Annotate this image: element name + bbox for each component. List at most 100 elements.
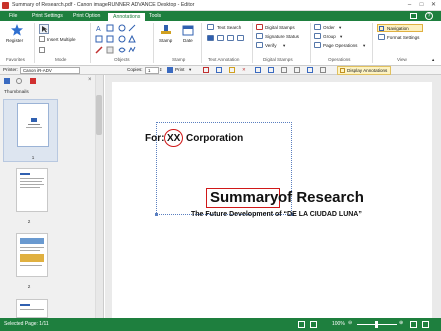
digital-stamps-icon[interactable]: [256, 24, 263, 30]
fit-page-icon[interactable]: [410, 321, 417, 328]
single-page-view-icon[interactable]: [298, 321, 305, 328]
display-annotations-label: Display Annotations: [347, 68, 388, 73]
mode-option-icon[interactable]: [39, 47, 45, 53]
close-panel-icon[interactable]: ×: [88, 77, 92, 83]
selection-handle[interactable]: [155, 213, 158, 216]
order-dropdown-icon[interactable]: ▾: [339, 25, 341, 31]
thumbnails-view-icon[interactable]: [4, 78, 10, 84]
red-circle-annotation[interactable]: [164, 129, 183, 147]
tab-print-settings[interactable]: Print Settings: [27, 11, 68, 21]
text-annotation-icon-2[interactable]: [217, 35, 224, 41]
star-icon: [11, 24, 23, 36]
cursor-mode-icon[interactable]: [39, 24, 49, 34]
select-icon[interactable]: [281, 67, 287, 73]
for-label: For:: [145, 133, 165, 144]
rotate-icon[interactable]: [307, 67, 313, 73]
insert-multiple-icon[interactable]: [39, 36, 45, 42]
rectangle-tool-icon: [106, 24, 114, 32]
group-icon[interactable]: [314, 33, 321, 39]
print-dropdown-icon[interactable]: ▾: [189, 67, 191, 73]
format-settings-label[interactable]: Format Settings: [387, 35, 419, 40]
thumbnail-page-number: 2: [27, 284, 31, 289]
text-search-label[interactable]: Text Search: [217, 25, 241, 30]
ribbon-collapse-icon[interactable]: ▴: [432, 57, 434, 63]
order-label[interactable]: Order: [323, 25, 335, 30]
paste-icon[interactable]: [229, 67, 235, 73]
circle-tool-icon: [118, 35, 126, 43]
separator: [372, 23, 373, 63]
settings-icon[interactable]: [320, 67, 326, 73]
signature-status-icon[interactable]: [256, 33, 263, 39]
cut-icon[interactable]: [203, 67, 209, 73]
order-icon[interactable]: [314, 24, 321, 30]
verify-dropdown-icon[interactable]: ▾: [283, 43, 285, 49]
page-operations-label[interactable]: Page Operations: [323, 43, 357, 48]
tab-tools[interactable]: Tools: [144, 11, 166, 21]
group-dropdown-icon[interactable]: ▾: [340, 34, 342, 40]
register-button[interactable]: [11, 24, 23, 38]
printer-select[interactable]: Canon iR-ADV: [20, 67, 80, 74]
tab-annotations[interactable]: Annotations: [107, 12, 147, 21]
display-annotations-button[interactable]: Display Annotations: [337, 66, 392, 75]
comments-view-icon[interactable]: [16, 78, 22, 84]
text-search-icon[interactable]: [207, 24, 214, 30]
mode-group-label: Mode: [55, 57, 67, 62]
text-annotation-icon-3[interactable]: [227, 35, 234, 41]
view-group-label: View: [397, 57, 407, 62]
verify-label[interactable]: Verify: [265, 43, 277, 48]
panel-toggle-icon[interactable]: [410, 13, 417, 19]
thumbnail-scroll-thumb[interactable]: [96, 95, 102, 135]
display-annotations-icon: [340, 68, 345, 73]
page-operations-icon[interactable]: [314, 42, 321, 48]
minimize-button[interactable]: –: [405, 1, 414, 9]
continuous-view-icon[interactable]: [310, 321, 317, 328]
thumbnail-page-2[interactable]: [16, 168, 48, 212]
text-annotation-icon-1[interactable]: [207, 35, 214, 41]
help-icon[interactable]: ?: [425, 12, 433, 20]
navigation-button[interactable]: Navigation: [377, 24, 423, 32]
maximize-button[interactable]: □: [417, 1, 426, 9]
date-button[interactable]: [182, 24, 194, 38]
zoom-out-icon[interactable]: ⊖: [348, 320, 352, 326]
tab-file[interactable]: File: [4, 11, 22, 21]
close-button[interactable]: ✕: [429, 1, 438, 9]
copies-stepper[interactable]: ⇕: [159, 67, 162, 72]
square-tool-icon: [106, 35, 114, 43]
page-operations-dropdown-icon[interactable]: ▾: [363, 43, 365, 49]
navigation-icon: [379, 26, 384, 31]
copies-input[interactable]: 1: [145, 67, 159, 74]
zoom-level: 100%: [332, 321, 345, 327]
date-label[interactable]: Date: [183, 38, 193, 43]
thumbnail-page-number: 1: [31, 155, 35, 160]
zoom-in-icon[interactable]: ⊕: [399, 320, 403, 326]
zoom-slider-thumb[interactable]: [375, 321, 378, 328]
document-view[interactable]: For: XX Corporation Summary of Research …: [105, 75, 441, 322]
bookmarks-view-icon[interactable]: [30, 78, 36, 84]
format-settings-icon[interactable]: [378, 34, 385, 40]
tab-print-option[interactable]: Print Option: [68, 11, 105, 21]
group-label[interactable]: Group: [323, 34, 336, 39]
fit-width-icon[interactable]: [422, 321, 429, 328]
stamp-label[interactable]: Stamp: [159, 38, 172, 43]
copy-icon[interactable]: [216, 67, 222, 73]
document-page: For: XX Corporation Summary of Research …: [112, 82, 432, 322]
stamp-button[interactable]: [160, 24, 172, 38]
redo-icon[interactable]: [268, 67, 274, 73]
verify-icon[interactable]: [256, 42, 263, 48]
status-bar: Selected Page: 1/11 100% ⊖ ⊕: [0, 318, 441, 331]
signature-status-label[interactable]: Signature Status: [265, 34, 299, 39]
zoom-icon[interactable]: [294, 67, 300, 73]
window-title: Summary of Research.pdf - Canon imageRUN…: [12, 2, 195, 8]
insert-multiple-label[interactable]: Insert Multiple: [47, 37, 76, 42]
thumbnail-item[interactable]: 1: [3, 99, 58, 162]
text-annotation-icon-4[interactable]: [237, 35, 244, 41]
digital-stamps-label[interactable]: Digital Stamps: [265, 25, 295, 30]
delete-icon[interactable]: ✕: [242, 67, 246, 73]
thumbnail-page-1: [17, 103, 49, 147]
thumbnail-page-3[interactable]: [16, 233, 48, 277]
print-icon[interactable]: [167, 67, 173, 73]
print-label[interactable]: Print: [175, 67, 184, 72]
separator: [201, 23, 202, 63]
thumbnail-page-4[interactable]: [16, 299, 48, 318]
undo-icon[interactable]: [255, 67, 261, 73]
